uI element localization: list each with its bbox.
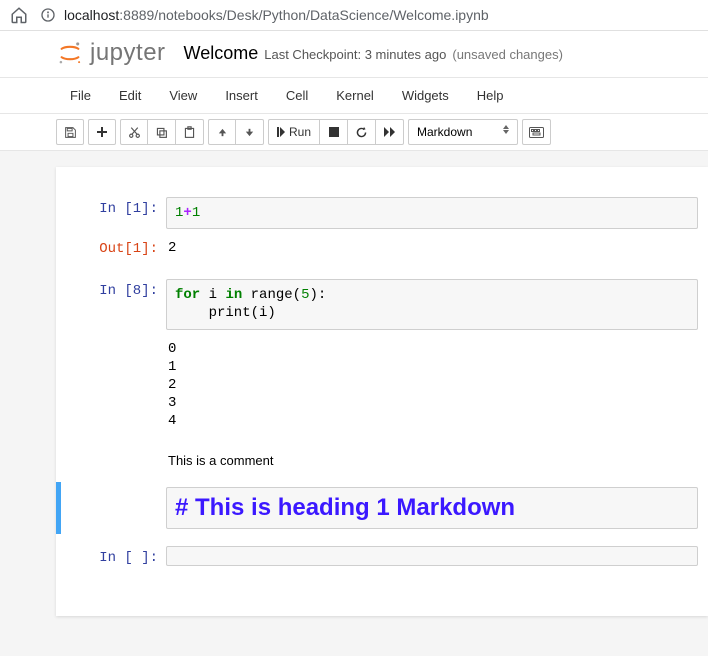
menu-help[interactable]: Help — [463, 82, 518, 109]
url-bar[interactable]: localhost:8889/notebooks/Desk/Python/Dat… — [40, 7, 698, 23]
code-input[interactable]: 1+1 — [166, 197, 698, 229]
empty-prompt — [56, 338, 166, 433]
menu-widgets[interactable]: Widgets — [388, 82, 463, 109]
code-input[interactable] — [166, 546, 698, 566]
info-icon — [40, 7, 56, 23]
empty-prompt — [56, 451, 166, 474]
markdown-cell-rendered[interactable]: This is a comment — [56, 449, 708, 476]
home-icon[interactable] — [10, 6, 28, 24]
markdown-editor[interactable]: # This is heading 1 Markdown — [166, 487, 698, 529]
add-cell-button[interactable] — [88, 119, 116, 145]
interrupt-button[interactable] — [320, 119, 348, 145]
jupyter-logo[interactable]: jupyter — [56, 39, 166, 67]
move-up-button[interactable] — [208, 119, 236, 145]
paste-button[interactable] — [176, 119, 204, 145]
run-label: Run — [289, 125, 311, 139]
notebook-header: jupyter Welcome Last Checkpoint: 3 minut… — [0, 31, 708, 77]
notebook-container: In [1]: 1+1 Out[1]: 2 In [8]: for i in r… — [0, 151, 708, 656]
menu-bar: File Edit View Insert Cell Kernel Widget… — [0, 77, 708, 114]
code-input[interactable]: for i in range(5): print(i) — [166, 279, 698, 329]
copy-button[interactable] — [148, 119, 176, 145]
output-cell: Out[1]: 2 — [56, 235, 708, 263]
checkpoint-text: Last Checkpoint: 3 minutes ago — [264, 47, 446, 62]
cut-button[interactable] — [120, 119, 148, 145]
restart-button[interactable] — [348, 119, 376, 145]
command-palette-button[interactable] — [522, 119, 551, 145]
logo-text: jupyter — [90, 39, 166, 67]
markdown-cell-editing[interactable]: # This is heading 1 Markdown — [56, 482, 708, 534]
menu-kernel[interactable]: Kernel — [322, 82, 388, 109]
notebook: In [1]: 1+1 Out[1]: 2 In [8]: for i in r… — [56, 167, 708, 616]
unsaved-indicator: (unsaved changes) — [452, 47, 563, 62]
output-text: 0 1 2 3 4 — [166, 338, 698, 433]
toolbar: Run Markdown — [0, 114, 708, 151]
run-button[interactable]: Run — [268, 119, 320, 145]
in-prompt: In [1]: — [56, 197, 166, 229]
empty-prompt — [56, 487, 166, 529]
url-text: localhost:8889/notebooks/Desk/Python/Dat… — [64, 7, 489, 23]
in-prompt: In [ ]: — [56, 546, 166, 570]
menu-cell[interactable]: Cell — [272, 82, 322, 109]
output-text: 2 — [166, 237, 698, 259]
menu-file[interactable]: File — [56, 82, 105, 109]
cell-type-value: Markdown — [417, 125, 472, 139]
in-prompt: In [8]: — [56, 279, 166, 329]
cell-type-select[interactable]: Markdown — [408, 119, 518, 145]
menu-insert[interactable]: Insert — [211, 82, 272, 109]
save-button[interactable] — [56, 119, 84, 145]
code-cell[interactable]: In [1]: 1+1 — [56, 195, 708, 231]
menu-view[interactable]: View — [155, 82, 211, 109]
notebook-title[interactable]: Welcome — [184, 43, 259, 64]
menu-edit[interactable]: Edit — [105, 82, 155, 109]
code-cell[interactable]: In [8]: for i in range(5): print(i) — [56, 277, 708, 331]
out-prompt: Out[1]: — [56, 237, 166, 261]
browser-bar: localhost:8889/notebooks/Desk/Python/Dat… — [0, 0, 708, 31]
code-cell[interactable]: In [ ]: — [56, 544, 708, 572]
restart-run-all-button[interactable] — [376, 119, 404, 145]
rendered-text: This is a comment — [166, 451, 698, 474]
move-down-button[interactable] — [236, 119, 264, 145]
output-cell: 0 1 2 3 4 — [56, 336, 708, 435]
